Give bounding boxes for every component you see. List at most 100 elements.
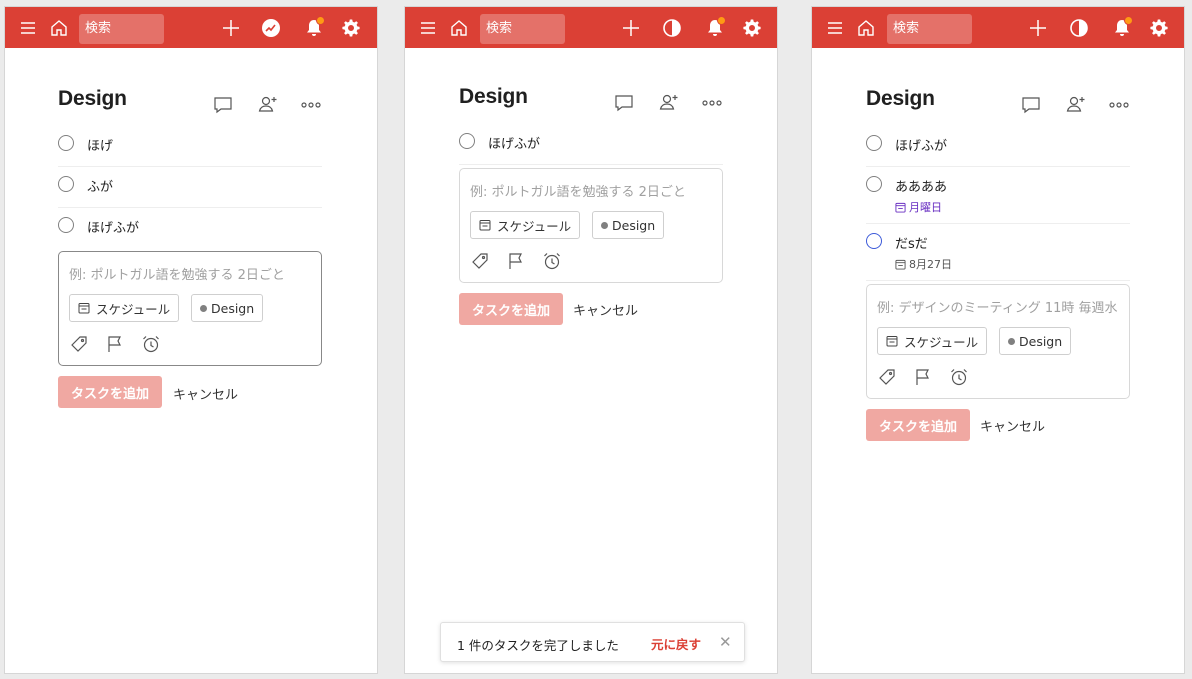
calendar-icon (886, 336, 898, 347)
add-task-button[interactable]: タスクを追加 (459, 293, 563, 325)
project-label: Design (211, 300, 255, 316)
undo-toast: 1 件のタスクを完了しました 元に戻す ✕ (440, 622, 745, 662)
add-person-icon[interactable] (257, 93, 279, 115)
alarm-icon[interactable] (542, 251, 562, 271)
due-date[interactable]: 8月27日 (895, 256, 952, 272)
task-checkbox[interactable] (58, 135, 74, 151)
cancel-button[interactable]: キャンセル (980, 416, 1045, 435)
menu-icon[interactable] (417, 17, 439, 39)
task-editor: 例: ポルトガル語を勉強する 2日ごと スケジュール Design (58, 251, 322, 366)
toast-message: 1 件のタスクを完了しました (457, 638, 619, 653)
task-item[interactable]: ほげふが (58, 208, 322, 249)
add-task-button[interactable]: タスクを追加 (58, 376, 162, 408)
task-checkbox[interactable] (58, 217, 74, 233)
project-button[interactable]: Design (999, 327, 1072, 355)
task-checkbox[interactable] (866, 135, 882, 151)
editor-tools (470, 251, 562, 271)
add-icon[interactable] (1027, 17, 1049, 39)
task-name-input[interactable]: 例: デザインのミーティング 11時 毎週水曜 (877, 297, 1117, 316)
task-item[interactable]: ほげ (58, 126, 322, 167)
more-icon[interactable] (1108, 94, 1130, 116)
more-icon[interactable] (701, 92, 723, 114)
project-title: Design (459, 85, 528, 108)
comment-icon[interactable] (212, 94, 234, 116)
close-icon[interactable]: ✕ (719, 633, 732, 651)
task-name-input[interactable]: 例: ポルトガル語を勉強する 2日ごと (69, 264, 309, 283)
cancel-button[interactable]: キャンセル (573, 300, 638, 319)
schedule-label: スケジュール (497, 218, 572, 234)
add-icon[interactable] (620, 17, 642, 39)
task-item[interactable]: ほげふが (459, 124, 723, 165)
home-icon[interactable] (48, 17, 70, 39)
productivity-icon[interactable] (661, 17, 683, 39)
label-icon[interactable] (470, 251, 490, 271)
flag-icon[interactable] (913, 367, 933, 387)
flag-icon[interactable] (105, 334, 125, 354)
schedule-button[interactable]: スケジュール (470, 211, 581, 239)
calendar-icon (479, 220, 491, 231)
home-icon[interactable] (855, 17, 877, 39)
task-editor: 例: ポルトガル語を勉強する 2日ごと スケジュール Design (459, 168, 723, 283)
gear-icon[interactable] (340, 17, 362, 39)
editor-tools (69, 334, 161, 354)
project-title: Design (866, 87, 935, 110)
alarm-icon[interactable] (949, 367, 969, 387)
task-label: ほげふが (488, 137, 541, 152)
productivity-icon[interactable] (1068, 17, 1090, 39)
search-input[interactable]: 検索 (79, 14, 164, 44)
add-person-icon[interactable] (1065, 93, 1087, 115)
comment-icon[interactable] (1020, 94, 1042, 116)
gear-icon[interactable] (1148, 17, 1170, 39)
calendar-icon (895, 202, 906, 213)
topbar: 検索 (5, 7, 377, 48)
task-label: ほげふが (87, 221, 140, 236)
gear-icon[interactable] (741, 17, 763, 39)
more-icon[interactable] (300, 94, 322, 116)
task-checkbox[interactable] (866, 233, 882, 249)
due-date[interactable]: 月曜日 (895, 199, 942, 215)
label-icon[interactable] (877, 367, 897, 387)
bell-icon[interactable] (704, 16, 726, 39)
schedule-button[interactable]: スケジュール (877, 327, 988, 355)
alarm-icon[interactable] (141, 334, 161, 354)
comment-icon[interactable] (613, 92, 635, 114)
task-checkbox[interactable] (866, 176, 882, 192)
notification-dot (316, 16, 325, 25)
bell-icon[interactable] (303, 16, 325, 39)
task-name-input[interactable]: 例: ポルトガル語を勉強する 2日ごと (470, 181, 710, 200)
undo-button[interactable]: 元に戻す (651, 634, 701, 653)
project-button[interactable]: Design (592, 211, 665, 239)
task-item[interactable]: ああああ 月曜日 (866, 167, 1130, 224)
task-item[interactable]: ほげふが (866, 126, 1130, 167)
schedule-label: スケジュール (96, 301, 171, 317)
task-label: ああああ (895, 180, 948, 195)
add-person-icon[interactable] (658, 91, 680, 113)
home-icon[interactable] (448, 17, 470, 39)
cancel-button[interactable]: キャンセル (173, 384, 238, 403)
schedule-button[interactable]: スケジュール (69, 294, 180, 322)
project-color-dot (1008, 337, 1015, 345)
due-date-label: 8月27日 (909, 258, 952, 271)
productivity-icon[interactable] (260, 17, 282, 39)
due-date-label: 月曜日 (909, 201, 942, 214)
add-task-button[interactable]: タスクを追加 (866, 409, 970, 441)
topbar: 検索 (405, 7, 777, 48)
label-icon[interactable] (69, 334, 89, 354)
editor-tools (877, 367, 969, 387)
bell-icon[interactable] (1111, 16, 1133, 39)
flag-icon[interactable] (506, 251, 526, 271)
task-item[interactable]: だsだ 8月27日 (866, 224, 1130, 281)
task-checkbox[interactable] (58, 176, 74, 192)
project-button[interactable]: Design (191, 294, 264, 322)
search-input[interactable]: 検索 (887, 14, 972, 44)
add-icon[interactable] (220, 17, 242, 39)
menu-icon[interactable] (824, 17, 846, 39)
search-input[interactable]: 検索 (480, 14, 565, 44)
task-label: だsだ (895, 237, 928, 252)
project-title: Design (58, 87, 127, 110)
schedule-label: スケジュール (904, 334, 979, 350)
task-checkbox[interactable] (459, 133, 475, 149)
pane-2: 検索 Design ほげふが 例: ポルトガル語を勉強する 2日ごと スケジュー… (404, 6, 778, 674)
menu-icon[interactable] (17, 17, 39, 39)
task-item[interactable]: ふが (58, 167, 322, 208)
